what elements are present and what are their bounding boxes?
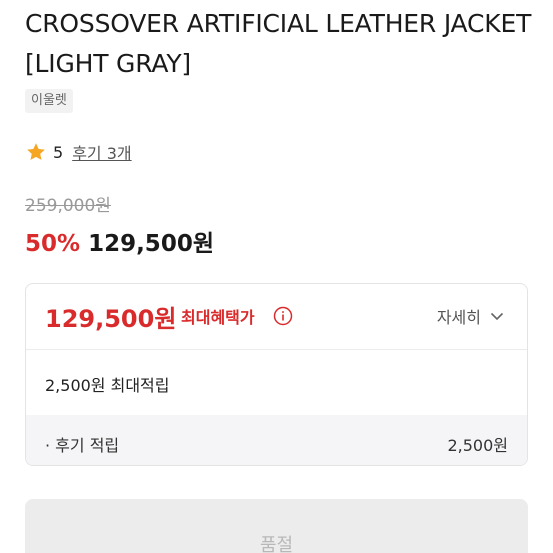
chevron-down-icon [490,312,504,321]
price-row: 50% 129,500원 [25,224,214,258]
discount-rate: 50% [25,231,81,257]
info-icon[interactable] [273,306,293,326]
product-title: CROSSOVER ARTIFICIAL LEATHER JACKET [LIG… [25,9,532,78]
benefit-box: 129,500원 최대혜택가 자세히 2,500원 최대적립 · 후기 적립 2… [25,283,528,466]
max-benefit-label: 최대혜택가 [181,308,255,327]
star-icon [27,143,45,160]
review-point-label: · 후기 적립 [45,436,120,455]
review-count-link[interactable]: 후기 3개 [72,140,131,164]
rating-score: 5 [53,142,64,162]
detail-toggle-label: 자세히 [436,308,481,327]
max-benefit-price: 129,500원 [45,305,177,333]
original-price: 259,000원 [25,196,111,216]
soldout-button[interactable]: 품절 [25,499,528,553]
review-point-value: 2,500원 [447,436,508,455]
sale-price: 129,500원 [88,231,214,257]
review-point-row: · 후기 적립 2,500원 [26,415,527,465]
benefit-header: 129,500원 최대혜택가 자세히 [26,284,527,350]
point-summary: 2,500원 최대적립 [45,376,170,395]
detail-toggle[interactable]: 자세히 [437,304,505,328]
brand-badge[interactable]: 이울렛 [25,89,73,113]
rating-row: 5 후기 3개 [25,140,132,164]
